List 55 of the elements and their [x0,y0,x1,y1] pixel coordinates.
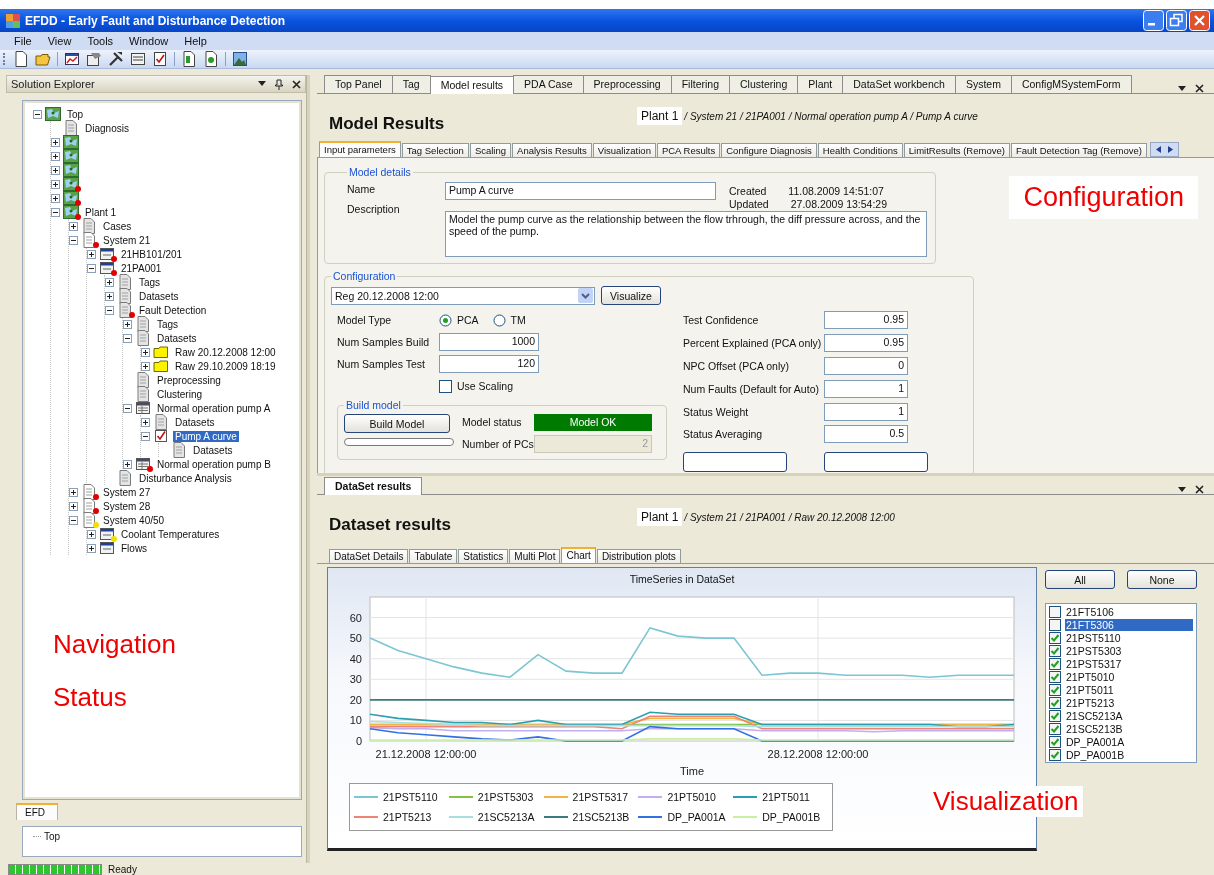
chart-title: TimeSeries in DataSet [629,573,735,585]
axis-tick-label: 50 [349,632,362,645]
annotation-label: Status [53,682,128,713]
field-label: Created [729,185,767,197]
page-title: Model Results [329,114,445,134]
annotation-label: Navigation [53,629,176,660]
axis-tick-label: 21.12.2008 12:00:00 [375,748,477,760]
page-title: Dataset results [329,515,451,535]
window-title: EFDD - Early Fault and Disturbance Detection [25,13,286,28]
field-label: Test Confidence [683,314,760,327]
axis-title: Time [680,765,704,777]
axis-tick-label: 0 [355,735,362,747]
annotation-label: Configuration [1009,176,1198,219]
axis-tick-label: 40 [349,652,362,665]
group-title: Configuration [332,270,397,282]
annotation-label: Visualization [929,786,1083,817]
axis-tick-label: 30 [349,673,362,686]
field-label: Number of PCs [462,438,534,450]
breadcrumb-root: Plant 1 [637,107,683,125]
field-label: Description [347,202,401,215]
field-label: Model status [462,416,523,428]
legend-label: 21SC5213B [572,811,630,823]
legend-label: 21PST5110 [383,791,438,803]
legend-label: DP_PA001A [667,811,726,823]
legend-label: DP_PA001B [762,811,821,823]
group-title: Build model [345,399,402,411]
axis-tick-label: 10 [349,714,362,727]
legend-label: 21PT5213 [383,811,432,823]
field-label: Num Samples Test [337,358,426,370]
date-value: 27.08.2009 13:54:29 [790,198,888,210]
field-label: Status Averaging [683,428,764,441]
axis-tick-label: 28.12.2008 12:00:00 [767,748,869,760]
breadcrumb-path: / System 21 / 21PA001 / Raw 20.12.2008 12:00 [683,511,895,523]
field-label: Percent Explained (PCA only) [683,337,823,350]
status-text: Ready [108,863,137,875]
panel-title: Solution Explorer [11,78,95,90]
status-indicator: Model OK [534,413,652,431]
legend-label: 21PST5317 [572,791,629,803]
group-title: Model details [348,166,412,178]
legend-label: 21PT5011 [762,791,810,803]
field-label: Num Samples Build [337,336,431,348]
legend-label: 21PT5010 [667,791,716,803]
field-label: Updated [729,198,769,210]
field-label: NPC Offset (PCA only) [683,360,790,372]
field-label: Model Type [337,314,393,326]
legend-label: 21PST5303 [477,791,534,803]
field-label: Name [347,182,376,195]
field-label: Status Weight [683,405,750,418]
breadcrumb-path: / System 21 / 21PA001 / Normal operation pump A / Pump A curve [683,110,978,122]
legend-label: 21SC5213A [477,811,535,823]
date-value: 11.08.2009 14:51:07 [788,185,884,197]
breadcrumb-root: Plant 1 [637,508,683,526]
axis-tick-label: 60 [349,611,362,624]
field-label: Num Faults (Default for Auto) [683,382,820,395]
axis-tick-label: 20 [349,693,362,706]
